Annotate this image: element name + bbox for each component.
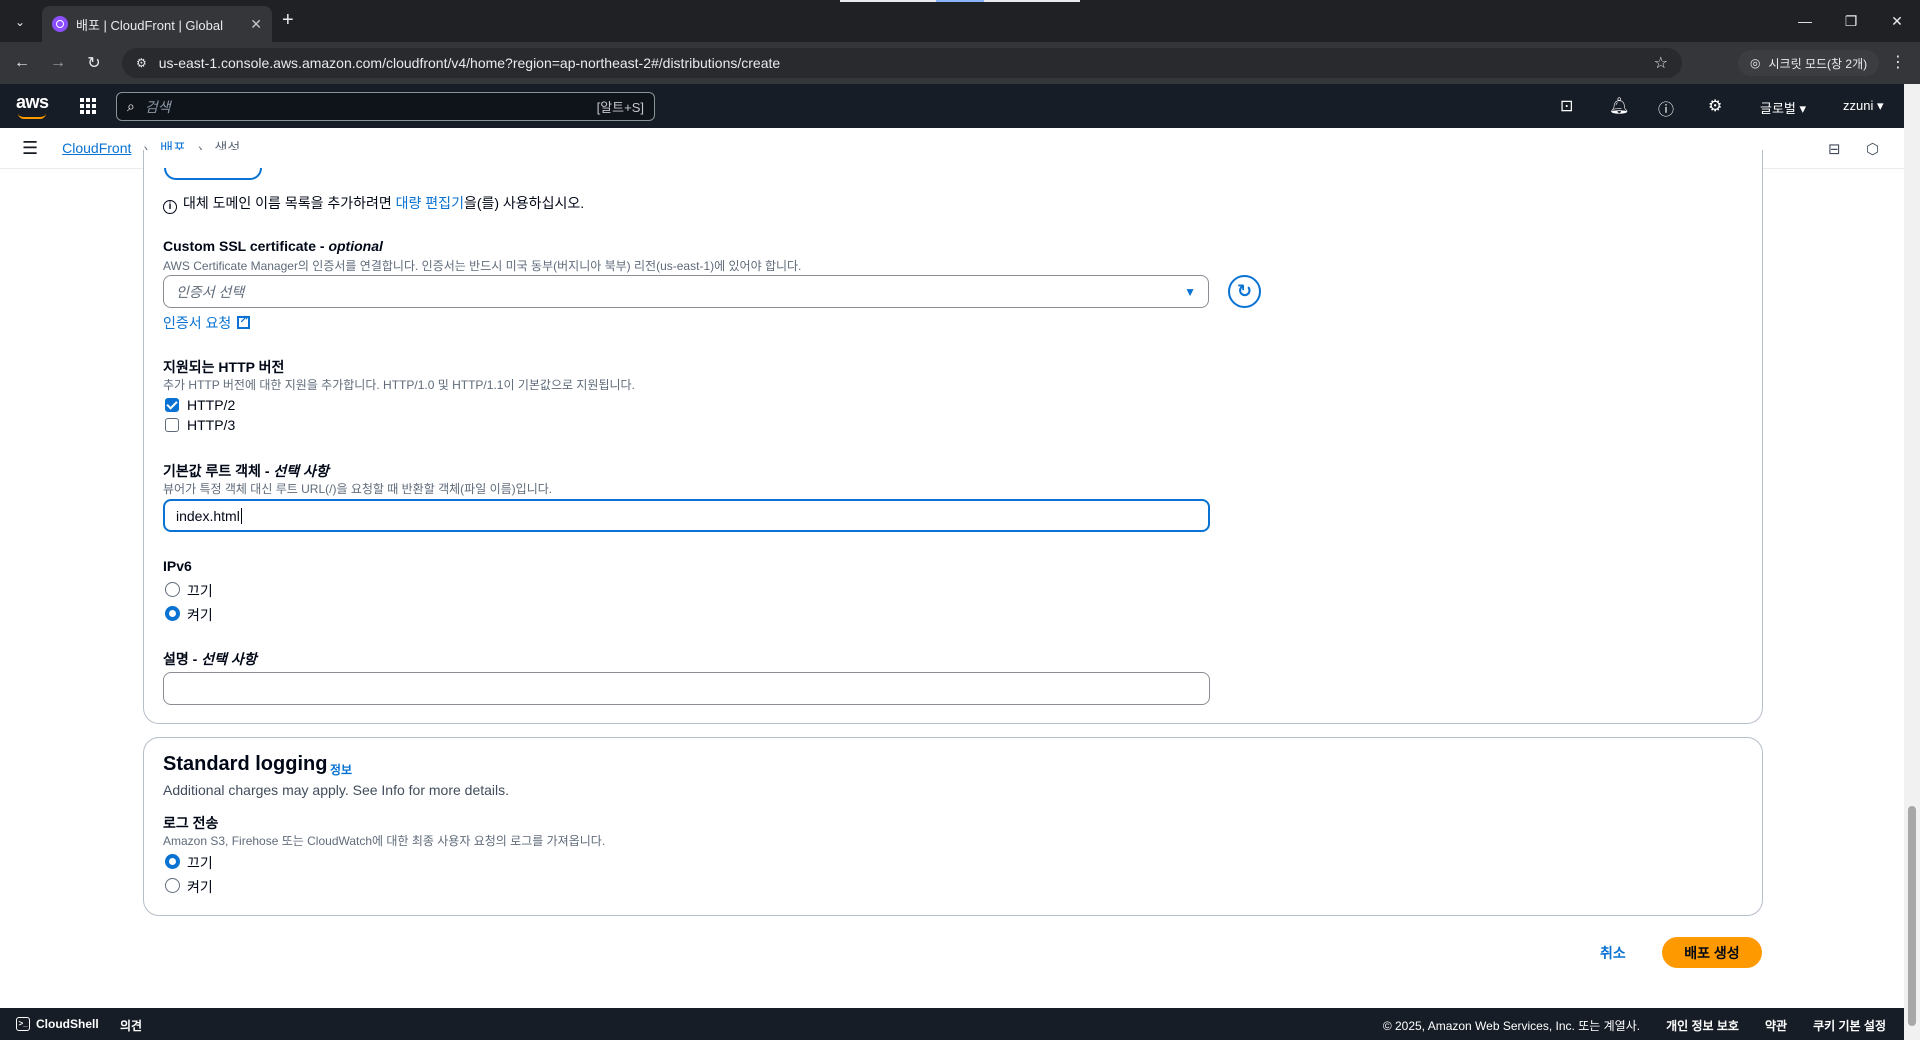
- forward-arrow-icon[interactable]: →: [46, 51, 70, 75]
- ssl-certificate-select[interactable]: 인증서 선택 ▼: [163, 275, 1209, 308]
- side-nav-menu-icon[interactable]: ☰: [22, 138, 38, 159]
- ipv6-on-radio[interactable]: [165, 606, 180, 621]
- incognito-icon: ◎: [1750, 56, 1761, 70]
- aws-search-input[interactable]: ⌕ 검색 [알트+S]: [116, 92, 655, 121]
- ipv6-on-label: 켜기: [187, 607, 213, 623]
- privacy-link[interactable]: 개인 정보 보호: [1666, 1017, 1739, 1034]
- description-label: 설명 - 선택 사항: [163, 651, 257, 667]
- log-delivery-on-label: 켜기: [187, 879, 213, 895]
- services-grid-icon[interactable]: [80, 98, 96, 114]
- terms-link[interactable]: 약관: [1765, 1017, 1787, 1034]
- ssl-select-placeholder: 인증서 선택: [176, 283, 245, 300]
- root-object-description: 뷰어가 특정 객체 대신 루트 URL(/)을 요청할 때 반환할 객체(파일 …: [163, 482, 553, 496]
- log-delivery-off-label: 끄기: [187, 855, 213, 871]
- scrollbar-thumb[interactable]: [1908, 806, 1916, 1026]
- page-scrollbar[interactable]: [1904, 84, 1920, 1040]
- feedback-link[interactable]: 의견: [120, 1017, 142, 1034]
- new-tab-button[interactable]: +: [282, 10, 294, 30]
- tools-panel-icon[interactable]: ⬡: [1866, 140, 1879, 158]
- aws-console-header: aws ⌕ 검색 [알트+S] ⊡ 🔔︎ ⓘ ⚙ 글로벌 ▾ zzuni ▾: [0, 84, 1904, 128]
- browser-tab-active[interactable]: 배포 | CloudFront | Global ✕: [42, 6, 272, 42]
- site-settings-icon[interactable]: ⚙: [136, 56, 147, 70]
- info-circle-icon: i: [163, 200, 177, 214]
- restore-icon[interactable]: ❐: [1828, 0, 1874, 42]
- root-object-input[interactable]: index.html: [163, 499, 1210, 532]
- minimize-icon[interactable]: —: [1782, 0, 1828, 42]
- settings-panel: [143, 150, 1763, 724]
- cancel-button[interactable]: 취소: [1600, 943, 1626, 963]
- browser-menu-icon[interactable]: ⋮: [1890, 52, 1906, 72]
- reload-icon[interactable]: ↻: [82, 51, 106, 75]
- root-object-value: index.html: [176, 507, 240, 524]
- incognito-label: 시크릿 모드(창 2개): [1768, 56, 1868, 71]
- console-footer: >_ CloudShell 의견 © 2025, Amazon Web Servi…: [0, 1008, 1904, 1040]
- log-delivery-on-radio[interactable]: [165, 878, 180, 893]
- log-delivery-off-radio[interactable]: [165, 854, 180, 869]
- request-certificate-link[interactable]: 인증서 요청: [163, 313, 251, 333]
- close-window-icon[interactable]: ✕: [1874, 0, 1920, 42]
- ipv6-off-label: 끄기: [187, 583, 213, 599]
- standard-logging-description: Additional charges may apply. See Info f…: [163, 782, 510, 798]
- search-placeholder: 검색: [144, 98, 171, 115]
- aws-logo-text: aws: [16, 92, 49, 112]
- back-arrow-icon[interactable]: ←: [10, 51, 34, 75]
- region-selector[interactable]: 글로벌 ▾: [1760, 98, 1806, 117]
- refresh-certificates-button[interactable]: ↻: [1228, 275, 1261, 308]
- log-delivery-description: Amazon S3, Firehose 또는 CloudWatch에 대한 최종…: [163, 834, 606, 848]
- cloudfront-favicon-icon: [52, 16, 68, 32]
- tab-title: 배포 | CloudFront | Global: [76, 17, 224, 33]
- ipv6-off-radio[interactable]: [165, 582, 180, 597]
- search-shortcut-hint: [알트+S]: [596, 100, 644, 115]
- notifications-bell-icon[interactable]: 🔔︎: [1609, 96, 1629, 116]
- standard-logging-panel: [143, 737, 1763, 916]
- window-controls: — ❐ ✕: [1782, 0, 1920, 42]
- terminal-icon: >_: [16, 1017, 30, 1031]
- aws-smile-icon: [18, 113, 46, 119]
- standard-logging-info-link[interactable]: 정보: [330, 761, 352, 778]
- window-drag-indicator-accent: [936, 0, 984, 2]
- http2-label: HTTP/2: [187, 397, 236, 413]
- search-icon: ⌕: [127, 98, 135, 114]
- http-versions-description: 추가 HTTP 버전에 대한 지원을 추가합니다. HTTP/1.0 및 HTT…: [163, 378, 635, 392]
- standard-logging-title: Standard logging: [163, 753, 328, 775]
- text-cursor: [240, 507, 242, 524]
- tab-search-icon[interactable]: ⌄: [8, 10, 32, 34]
- external-link-icon: [237, 313, 251, 329]
- ssl-certificate-label: Custom SSL certificate - optional: [163, 238, 383, 254]
- browser-toolbar: ← → ↻ ⚙ us-east-1.console.aws.amazon.com…: [0, 42, 1920, 84]
- add-item-button-edge[interactable]: [164, 168, 262, 180]
- help-icon[interactable]: ⓘ: [1658, 96, 1674, 120]
- ssl-certificate-description: AWS Certificate Manager의 인증서를 연결합니다. 인증서…: [163, 259, 802, 273]
- address-bar[interactable]: ⚙ us-east-1.console.aws.amazon.com/cloud…: [122, 48, 1682, 78]
- url-text: us-east-1.console.aws.amazon.com/cloudfr…: [158, 55, 781, 71]
- create-distribution-button[interactable]: 배포 생성: [1662, 937, 1762, 968]
- cloudshell-icon[interactable]: ⊡: [1560, 96, 1573, 116]
- caret-down-icon: ▼: [1184, 284, 1196, 299]
- account-menu[interactable]: zzuni ▾: [1843, 98, 1884, 114]
- description-input[interactable]: [163, 672, 1210, 705]
- http3-label: HTTP/3: [187, 417, 236, 433]
- http2-checkbox[interactable]: [165, 398, 179, 412]
- browser-tab-strip: ⌄ 배포 | CloudFront | Global ✕ + — ❐ ✕: [0, 0, 1920, 42]
- aws-logo[interactable]: aws: [16, 92, 49, 119]
- log-delivery-label: 로그 전송: [163, 815, 219, 831]
- breadcrumb-cloudfront[interactable]: CloudFront: [62, 140, 131, 156]
- cloudshell-button[interactable]: >_ CloudShell: [16, 1017, 99, 1031]
- split-panel-icon[interactable]: ⊟: [1828, 140, 1841, 158]
- bulk-editor-link[interactable]: 대량 편집기: [396, 195, 464, 211]
- http-versions-label: 지원되는 HTTP 버전: [163, 359, 285, 375]
- http3-checkbox[interactable]: [165, 418, 179, 432]
- settings-gear-icon[interactable]: ⚙: [1708, 96, 1722, 116]
- incognito-badge[interactable]: ◎ 시크릿 모드(창 2개): [1738, 50, 1880, 76]
- copyright-text: © 2025, Amazon Web Services, Inc. 또는 계열사…: [1382, 1019, 1641, 1033]
- ipv6-label: IPv6: [163, 558, 192, 574]
- tab-close-icon[interactable]: ✕: [250, 16, 262, 33]
- alt-domain-info: i 대체 도메인 이름 목록을 추가하려면 대량 편집기을(를) 사용하십시오.: [163, 193, 584, 214]
- bookmark-star-icon[interactable]: ☆: [1654, 53, 1668, 73]
- root-object-label: 기본값 루트 객체 - 선택 사항: [163, 463, 329, 479]
- refresh-icon: ↻: [1236, 281, 1253, 301]
- cookie-preferences-link[interactable]: 쿠키 기본 설정: [1813, 1017, 1886, 1034]
